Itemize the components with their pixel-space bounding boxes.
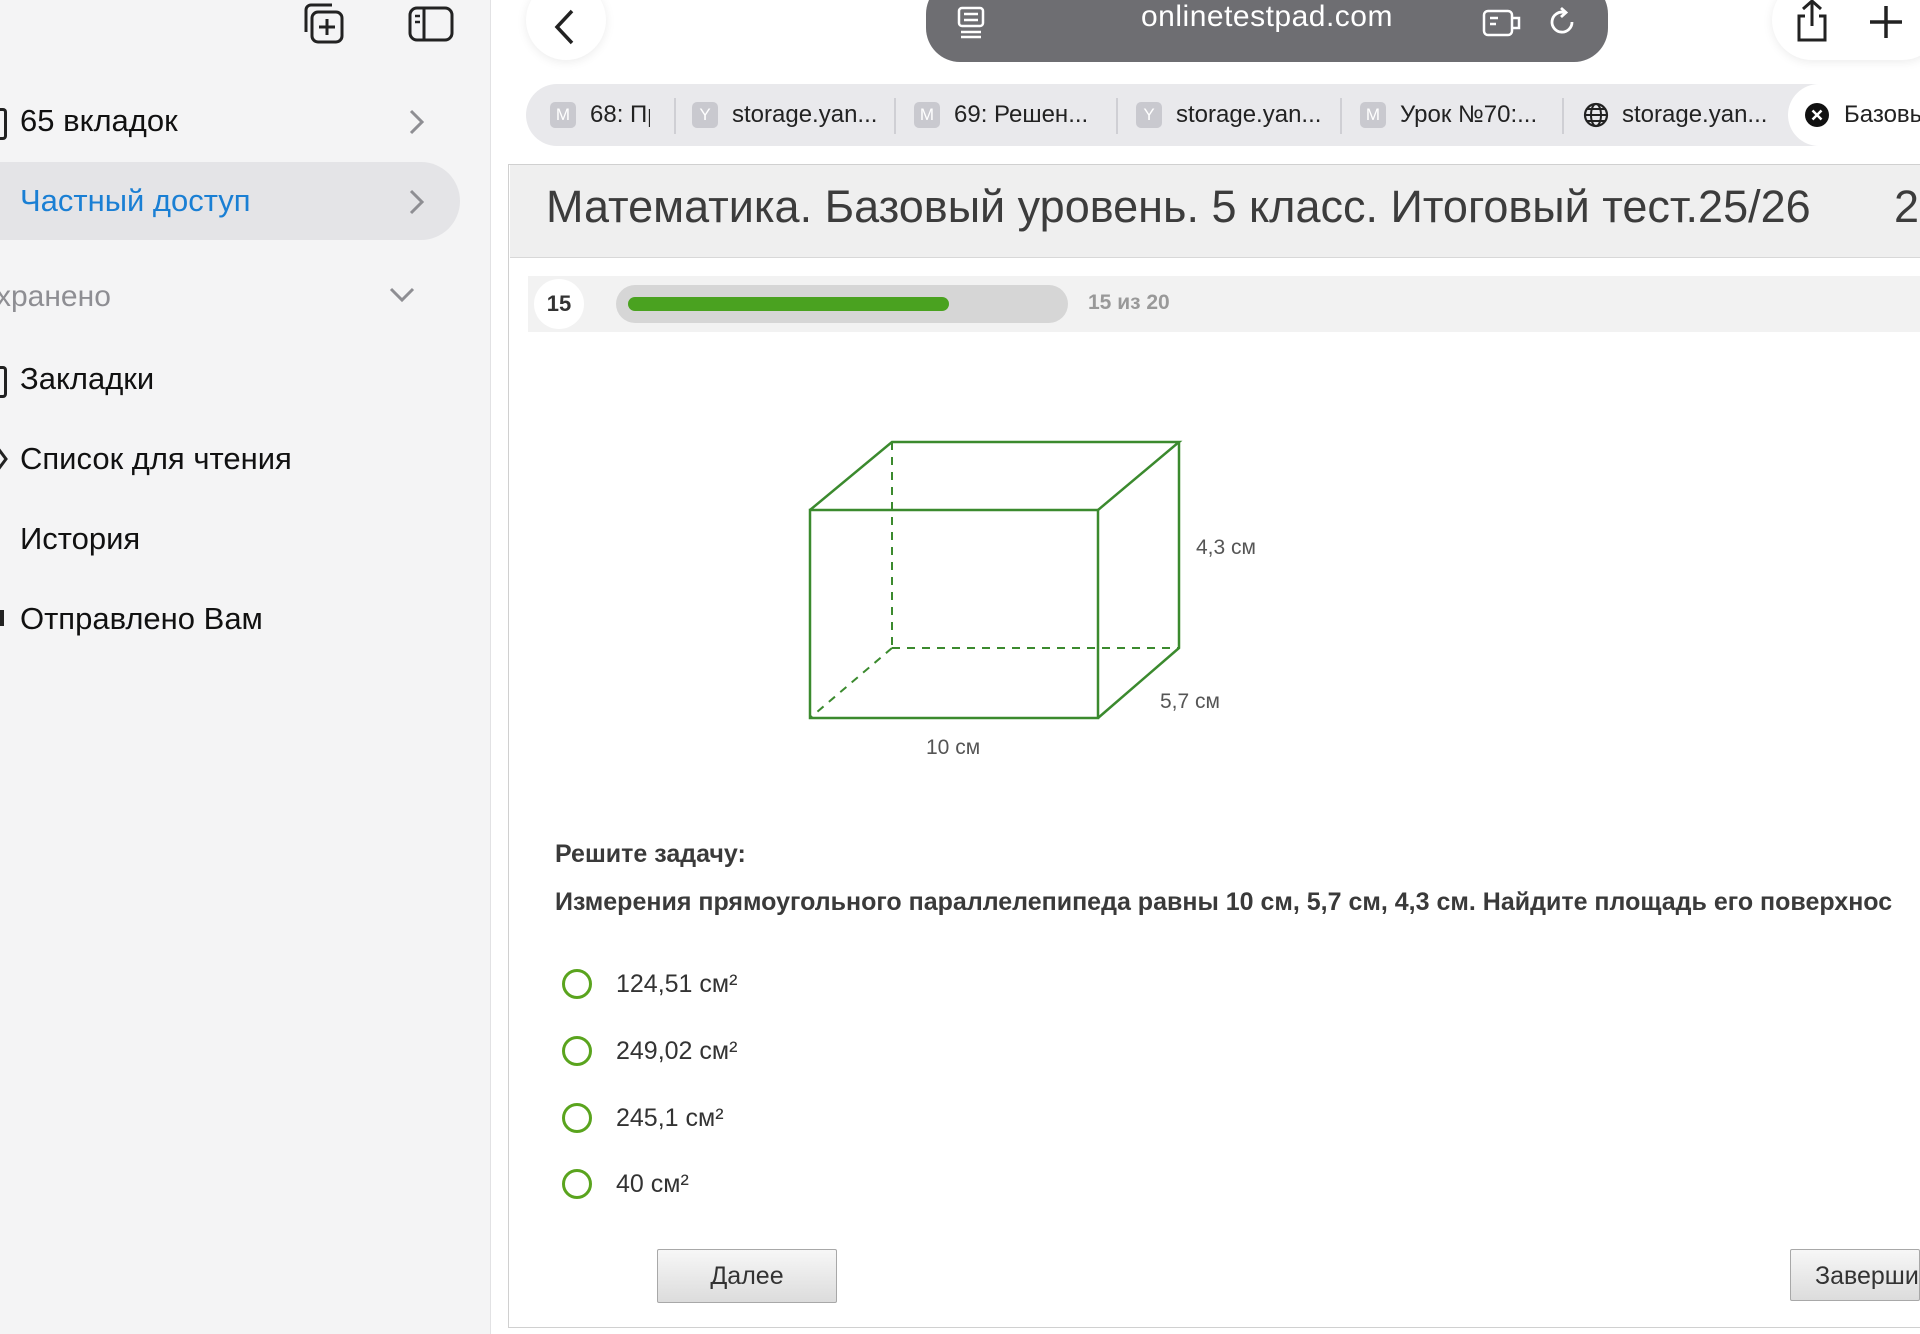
favicon-y-icon: Y bbox=[692, 102, 718, 128]
hidden-edge-depth bbox=[809, 647, 893, 719]
parallelepiped-figure: 4,3 см 5,7 см 10 см bbox=[796, 430, 1276, 770]
sidebar-item-label: 65 вкладок bbox=[20, 103, 178, 138]
tab-title: storage.yan... bbox=[732, 101, 878, 128]
tab-6[interactable]: storage.yan... bbox=[1582, 84, 1782, 146]
section-label: хранено bbox=[0, 280, 111, 313]
tab-5[interactable]: M Урок №70:... bbox=[1360, 84, 1550, 146]
tab-divider bbox=[894, 98, 896, 134]
progress-text: 15 из 20 bbox=[1088, 291, 1170, 314]
reload-icon[interactable] bbox=[1546, 6, 1578, 38]
option-label: 245,1 см² bbox=[616, 1103, 724, 1132]
sidebar-toggle-icon[interactable] bbox=[406, 2, 458, 48]
chevron-down-icon bbox=[389, 287, 415, 303]
radio-button[interactable] bbox=[562, 1036, 592, 1066]
globe-icon bbox=[1583, 102, 1609, 128]
task-heading: Решите задачу: bbox=[555, 840, 746, 868]
share-icon[interactable] bbox=[1794, 0, 1830, 44]
tab-title: Урок №70:... bbox=[1400, 101, 1538, 128]
sidebar-section-saved[interactable]: хранено bbox=[0, 262, 460, 332]
option-label: 249,02 см² bbox=[616, 1036, 738, 1065]
tab-divider bbox=[674, 98, 676, 134]
radio-button[interactable] bbox=[562, 1169, 592, 1199]
favicon-y-icon: Y bbox=[1136, 102, 1162, 128]
close-tab-icon[interactable] bbox=[1804, 102, 1830, 128]
front-face bbox=[808, 508, 1100, 720]
chevron-left-icon bbox=[554, 9, 574, 45]
finish-button[interactable]: Заверши bbox=[1790, 1249, 1920, 1301]
tab-divider bbox=[1340, 98, 1342, 134]
bookmarks-icon bbox=[0, 366, 7, 398]
next-button[interactable]: Далее bbox=[657, 1249, 837, 1303]
test-header: Математика. Базовый уровень. 5 класс. Ит… bbox=[510, 165, 1920, 258]
sidebar: 65 вкладок Частный доступ хранено Заклад… bbox=[0, 0, 491, 1334]
answer-option-2[interactable]: 249,02 см² bbox=[562, 1031, 737, 1071]
height-label: 4,3 см bbox=[1196, 536, 1256, 559]
shared-icon bbox=[0, 610, 4, 626]
tab-7-active[interactable]: Базовы bbox=[1788, 84, 1920, 146]
radio-button[interactable] bbox=[562, 1103, 592, 1133]
back-button[interactable] bbox=[526, 0, 606, 60]
sidebar-item-tabs[interactable]: 65 вкладок bbox=[0, 82, 460, 160]
sidebar-item-reading-list[interactable]: Список для чтения bbox=[0, 420, 460, 498]
sidebar-item-shared[interactable]: Отправлено Вам bbox=[0, 580, 460, 658]
tab-title: 69: Решен... bbox=[954, 101, 1089, 128]
favicon-m-icon: M bbox=[914, 102, 940, 128]
sidebar-item-private[interactable]: Частный доступ bbox=[0, 162, 460, 240]
tabs-icon bbox=[0, 108, 7, 140]
tab-3[interactable]: M 69: Решен... bbox=[914, 84, 1104, 146]
sidebar-item-history[interactable]: История bbox=[0, 500, 460, 578]
chevron-right-icon bbox=[409, 189, 425, 215]
question-number-badge: 15 bbox=[534, 279, 584, 329]
tab-divider bbox=[1116, 98, 1118, 134]
radio-button[interactable] bbox=[562, 969, 592, 999]
task-text: Измерения прямоугольного параллелепипеда… bbox=[555, 888, 1893, 916]
sidebar-item-label: История bbox=[20, 521, 141, 556]
reading-list-icon bbox=[0, 448, 8, 470]
tab-title: 68: Пре bbox=[590, 101, 650, 128]
extension-icon[interactable] bbox=[1482, 8, 1522, 38]
sidebar-item-label: Отправлено Вам bbox=[20, 601, 263, 636]
progress-fill bbox=[628, 297, 949, 311]
new-tab-group-icon[interactable] bbox=[302, 2, 354, 48]
tab-2[interactable]: Y storage.yan... bbox=[692, 84, 882, 146]
chevron-right-icon bbox=[409, 109, 425, 135]
sidebar-item-bookmarks[interactable]: Закладки bbox=[0, 340, 460, 418]
tab-title: storage.yan... bbox=[1176, 101, 1322, 128]
progress-bar bbox=[616, 285, 1068, 323]
option-label: 124,51 см² bbox=[616, 969, 738, 998]
new-tab-icon[interactable] bbox=[1868, 4, 1904, 40]
sidebar-item-label: Частный доступ bbox=[20, 183, 251, 218]
right-face bbox=[1097, 442, 1181, 719]
address-bar[interactable]: onlinetestpad.com bbox=[926, 0, 1608, 62]
answer-option-1[interactable]: 124,51 см² bbox=[562, 964, 737, 1004]
toolbar-right bbox=[1772, 0, 1920, 60]
tab-1[interactable]: M 68: Пре bbox=[550, 84, 650, 146]
progress-row: 15 15 из 20 bbox=[528, 276, 1920, 332]
tab-title: Базовы bbox=[1844, 101, 1920, 128]
tab-title: storage.yan... bbox=[1622, 101, 1768, 128]
sidebar-item-label: Список для чтения bbox=[20, 441, 292, 476]
page-title-overflow: 2 bbox=[1894, 181, 1920, 232]
top-face bbox=[809, 440, 1183, 511]
sidebar-item-label: Закладки bbox=[20, 361, 155, 396]
answer-option-4[interactable]: 40 см² bbox=[562, 1164, 689, 1204]
tab-divider bbox=[1562, 98, 1564, 134]
width-label: 10 см bbox=[926, 736, 980, 759]
favicon-m-icon: M bbox=[1360, 102, 1386, 128]
page-title: Математика. Базовый уровень. 5 класс. Ит… bbox=[546, 181, 1811, 232]
depth-label: 5,7 см bbox=[1160, 690, 1220, 713]
favicon-m-icon: M bbox=[550, 102, 576, 128]
answer-option-3[interactable]: 245,1 см² bbox=[562, 1098, 724, 1138]
tab-4[interactable]: Y storage.yan... bbox=[1136, 84, 1336, 146]
option-label: 40 см² bbox=[616, 1169, 689, 1198]
tab-bar: M 68: Пре Y storage.yan... M 69: Решен..… bbox=[526, 84, 1920, 146]
